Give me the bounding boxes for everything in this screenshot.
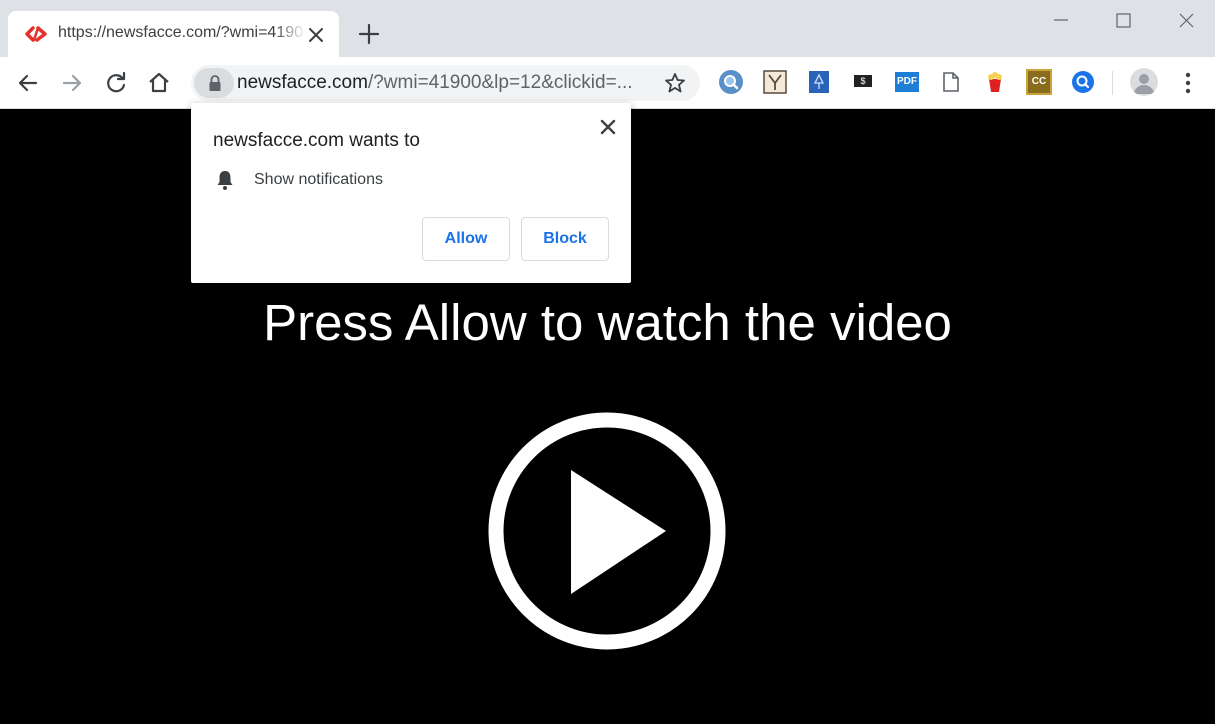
reload-button[interactable] — [102, 69, 130, 97]
permission-title: newsfacce.com wants to — [213, 130, 420, 151]
notification-permission-popup: newsfacce.com wants to Show notification… — [191, 103, 631, 283]
block-button[interactable]: Block — [521, 217, 609, 261]
site-favicon-icon — [25, 26, 47, 42]
dark-extension-label: $ — [854, 75, 872, 87]
bookmark-star-icon[interactable] — [663, 71, 687, 95]
tab-close-icon[interactable] — [306, 25, 326, 45]
blue-search-extension-icon[interactable] — [1070, 69, 1096, 95]
maximize-button[interactable] — [1100, 6, 1146, 36]
tab-title-fade — [274, 23, 306, 45]
browser-tab[interactable]: https://newsfacce.com/?wmi=41900&lp=12&c… — [8, 11, 339, 57]
allow-button[interactable]: Allow — [422, 217, 510, 261]
url-path: /?wmi=41900&lp=12&clickid=... — [367, 72, 633, 93]
dark-extension-icon[interactable]: $ — [850, 69, 876, 95]
popup-close-icon[interactable] — [597, 116, 619, 138]
forward-button[interactable] — [58, 69, 86, 97]
cc-extension-icon[interactable]: CC — [1026, 69, 1052, 95]
docs-extension-icon[interactable] — [806, 69, 832, 95]
url-text[interactable]: newsfacce.com/?wmi=41900&lp=12&clickid=.… — [237, 72, 651, 94]
file-extension-icon[interactable] — [938, 69, 964, 95]
site-info-button[interactable] — [194, 68, 234, 98]
lock-icon — [209, 75, 221, 91]
toolbar-separator — [1112, 71, 1113, 95]
permission-text: Show notifications — [254, 171, 383, 188]
cc-extension-label: CC — [1031, 76, 1047, 87]
play-button-icon[interactable] — [488, 412, 726, 650]
browser-toolbar: newsfacce.com/?wmi=41900&lp=12&clickid=.… — [0, 57, 1215, 109]
more-menu-icon[interactable] — [1176, 69, 1200, 97]
page-headline: Press Allow to watch the video — [263, 294, 952, 351]
tab-title: https://newsfacce.com/?wmi=41900&lp=12&c… — [58, 24, 304, 41]
pdf-extension-label: PDF — [895, 72, 919, 92]
profile-avatar[interactable] — [1130, 68, 1158, 96]
minimize-button[interactable] — [1038, 6, 1084, 36]
bell-icon — [217, 171, 233, 190]
y-extension-icon[interactable] — [762, 69, 788, 95]
back-button[interactable] — [14, 69, 42, 97]
window-close-button[interactable] — [1163, 6, 1209, 36]
person-icon — [1134, 74, 1154, 94]
home-button[interactable] — [145, 69, 173, 97]
popcorn-extension-icon[interactable] — [982, 69, 1008, 95]
address-bar[interactable]: newsfacce.com/?wmi=41900&lp=12&clickid=.… — [191, 65, 700, 101]
new-tab-button[interactable] — [355, 20, 383, 48]
pdf-extension-icon[interactable]: PDF — [894, 69, 920, 95]
url-host: newsfacce.com — [237, 72, 368, 93]
search-extension-icon[interactable] — [718, 69, 744, 95]
tab-strip: https://newsfacce.com/?wmi=41900&lp=12&c… — [0, 0, 1215, 57]
